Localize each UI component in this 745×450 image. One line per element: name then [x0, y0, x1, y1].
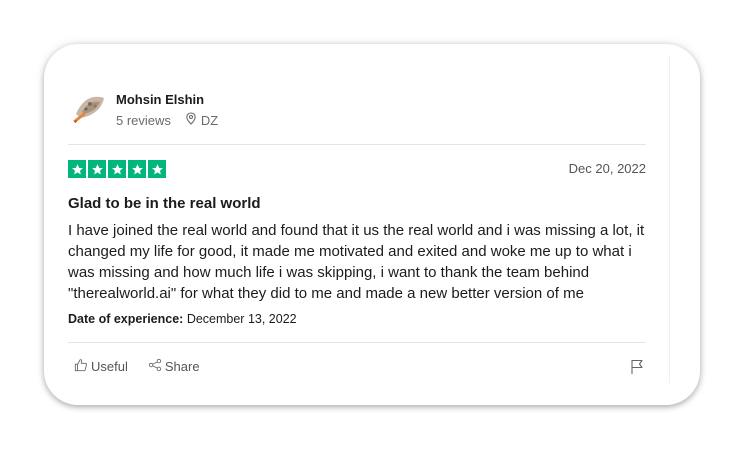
useful-label: Useful: [91, 359, 128, 374]
header-divider: [68, 144, 646, 145]
star-icon: [128, 160, 146, 178]
share-button[interactable]: Share: [148, 358, 200, 375]
location-pin-icon: [185, 112, 197, 128]
review-body: I have joined the real world and found t…: [68, 222, 645, 302]
review-title[interactable]: Glad to be in the real world: [68, 195, 261, 212]
review-count: 5 reviews: [116, 112, 171, 128]
reviewer-country: DZ: [200, 112, 219, 128]
star-icon: [88, 160, 106, 178]
star-icon: [108, 160, 126, 178]
avatar[interactable]: [68, 86, 110, 128]
experience-date: December 13, 2022: [186, 312, 297, 326]
reviewer-meta: 5 reviews DZ: [116, 112, 218, 128]
report-flag-button[interactable]: [630, 359, 644, 380]
date-of-experience: Date of experience: December 13, 2022: [68, 312, 297, 326]
thumbs-up-icon: [74, 358, 91, 375]
review-date: Dec 20, 2022: [568, 161, 646, 176]
star-rating: [68, 160, 166, 178]
avatar-image: [68, 86, 110, 128]
reviewer-name[interactable]: Mohsin Elshin: [116, 92, 204, 107]
star-icon: [68, 160, 86, 178]
card-edge-line: [669, 56, 670, 383]
review-card: Mohsin Elshin 5 reviews DZ Dec 20, 2022 …: [44, 44, 700, 405]
experience-label: Date of experience:: [68, 312, 184, 326]
flag-icon: [630, 359, 644, 379]
review-actions: Useful Share: [74, 358, 220, 375]
reviewer-header: [68, 86, 116, 128]
useful-button[interactable]: Useful: [74, 358, 128, 375]
share-label: Share: [164, 359, 200, 374]
footer-divider: [68, 342, 646, 343]
star-icon: [148, 160, 166, 178]
share-icon: [148, 358, 165, 375]
